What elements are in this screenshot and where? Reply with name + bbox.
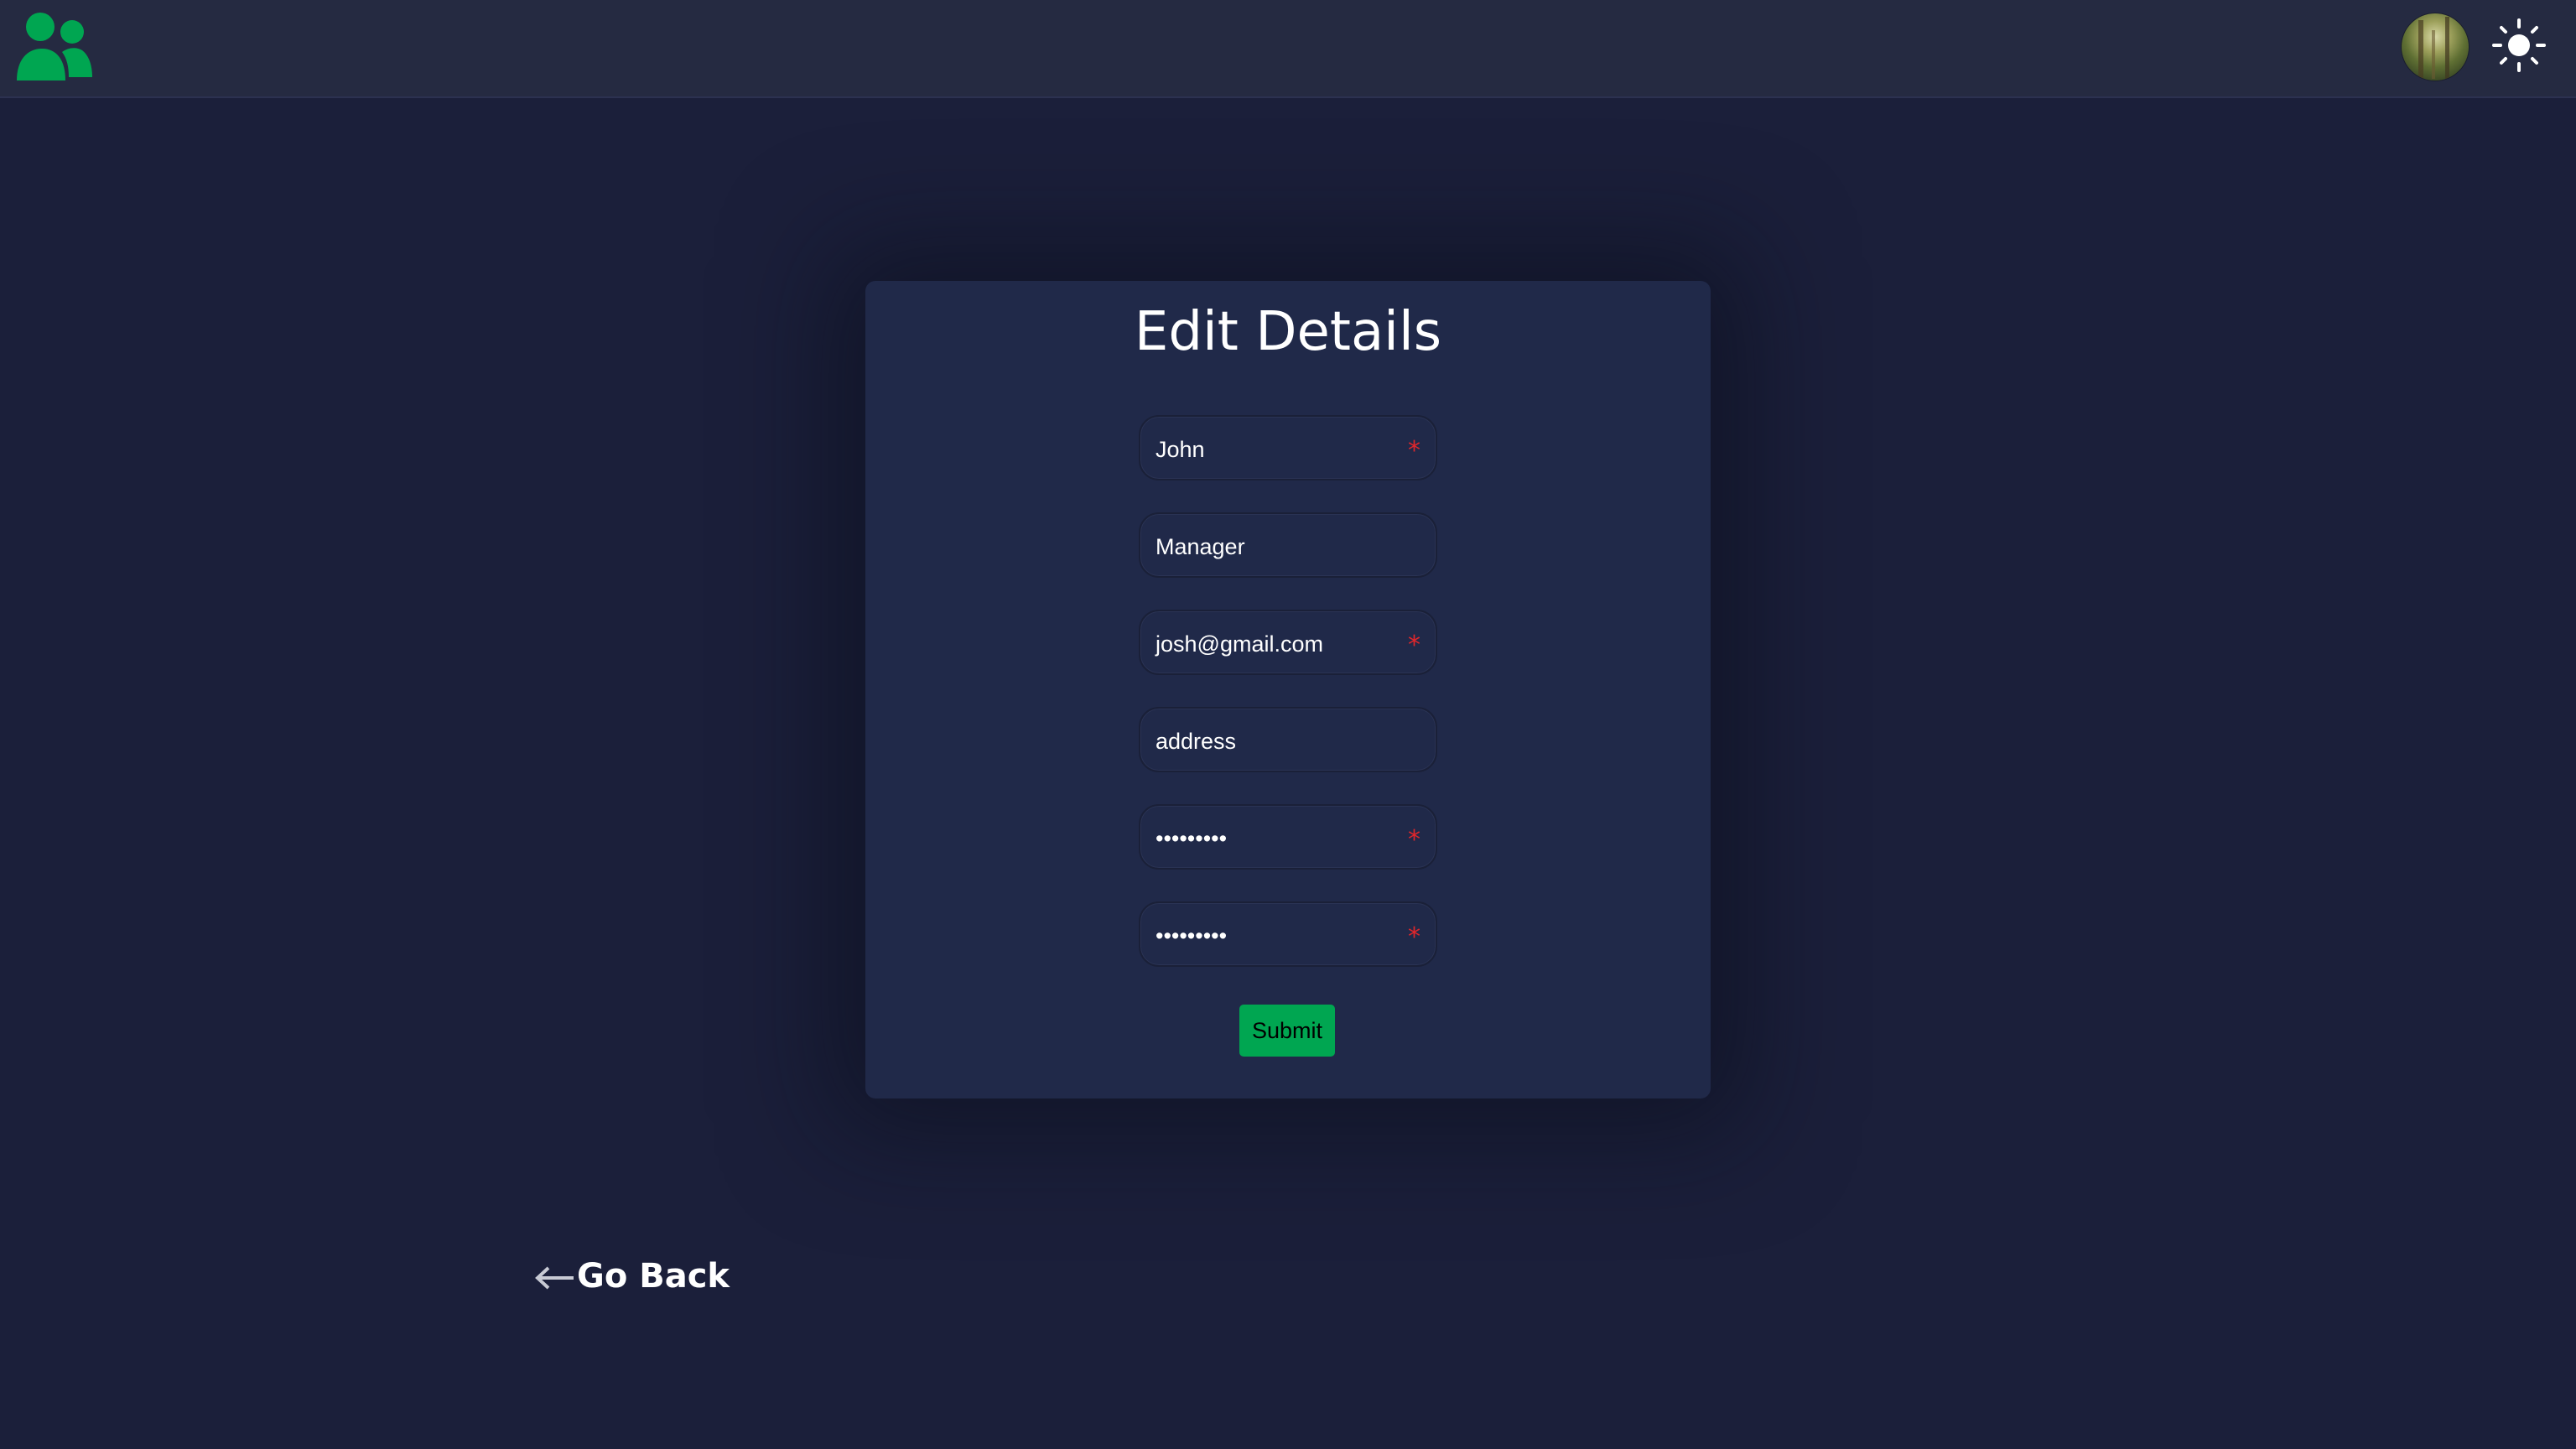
page-title: Edit Details: [1134, 301, 1442, 363]
role-input[interactable]: Manager: [1139, 512, 1437, 578]
submit-button[interactable]: Submit: [1239, 1005, 1335, 1057]
password-value: •••••••••: [1156, 826, 1228, 851]
address-input[interactable]: address: [1139, 707, 1437, 772]
user-avatar[interactable]: [2402, 13, 2469, 80]
go-back-link[interactable]: Go Back: [533, 1251, 730, 1301]
required-marker: *: [1408, 436, 1420, 465]
password-input[interactable]: ••••••••• *: [1139, 804, 1437, 870]
go-back-label: Go Back: [577, 1257, 730, 1296]
address-value: address: [1156, 729, 1237, 754]
confirm-password-value: •••••••••: [1156, 923, 1228, 948]
role-value: Manager: [1156, 534, 1245, 559]
required-marker: *: [1408, 922, 1420, 952]
arrow-left-icon: [535, 1266, 574, 1290]
users-group-icon[interactable]: [15, 10, 92, 80]
top-navbar: [0, 0, 2576, 98]
sun-icon[interactable]: [2492, 18, 2546, 72]
required-marker: *: [1408, 631, 1420, 660]
email-value: josh@gmail.com: [1156, 631, 1323, 657]
required-marker: *: [1408, 825, 1420, 854]
first-name-input[interactable]: John *: [1139, 415, 1437, 480]
confirm-password-input[interactable]: ••••••••• *: [1139, 901, 1437, 967]
first-name-value: John: [1156, 437, 1205, 462]
email-input[interactable]: josh@gmail.com *: [1139, 610, 1437, 675]
edit-details-card: Edit Details John * Manager josh@gmail.c…: [865, 281, 1711, 1098]
